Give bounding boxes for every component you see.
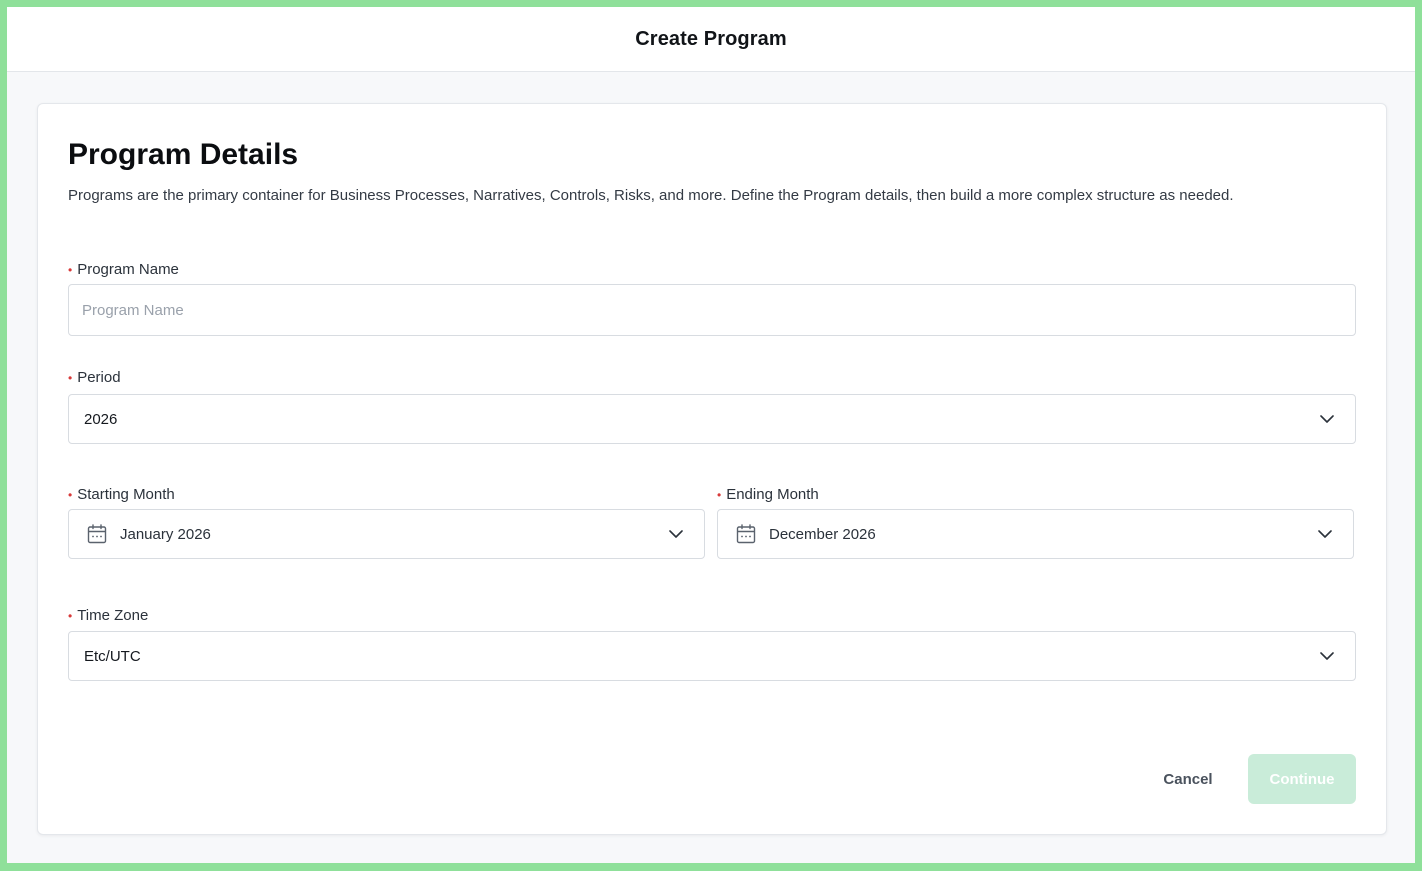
time-zone-value: Etc/UTC [84, 647, 141, 665]
starting-month-select[interactable]: January 2026 [68, 509, 705, 559]
starting-month-label-text: Starting Month [77, 486, 175, 503]
program-name-label-text: Program Name [77, 261, 179, 278]
time-zone-label: • Time Zone [68, 607, 148, 624]
app-window: Create Program Program Details Programs … [7, 7, 1415, 863]
calendar-icon [86, 523, 108, 545]
program-name-label: • Program Name [68, 261, 179, 278]
time-zone-label-text: Time Zone [77, 607, 149, 624]
period-value: 2026 [84, 410, 118, 428]
page-title: Create Program [635, 27, 787, 50]
ending-month-select[interactable]: December 2026 [717, 509, 1354, 559]
ending-month-value: December 2026 [769, 525, 876, 543]
chevron-down-icon [1317, 526, 1333, 542]
ending-month-label-text: Ending Month [726, 486, 819, 503]
program-details-card: Program Details Programs are the primary… [37, 103, 1387, 835]
calendar-icon [735, 523, 757, 545]
starting-month-value: January 2026 [120, 525, 211, 543]
section-title: Program Details [68, 138, 299, 171]
section-description: Programs are the primary container for B… [68, 187, 1234, 204]
program-name-input[interactable] [69, 285, 1355, 335]
period-label: • Period [68, 369, 121, 386]
required-marker: • [68, 608, 73, 623]
required-marker: • [717, 487, 722, 502]
period-select[interactable]: 2026 [68, 394, 1356, 444]
chevron-down-icon [1319, 648, 1335, 664]
time-zone-select[interactable]: Etc/UTC [68, 631, 1356, 681]
chevron-down-icon [668, 526, 684, 542]
starting-month-label: • Starting Month [68, 486, 175, 503]
top-bar: Create Program [7, 7, 1415, 72]
continue-button[interactable]: Continue [1248, 754, 1356, 804]
program-name-field [68, 284, 1356, 336]
required-marker: • [68, 262, 73, 277]
chevron-down-icon [1319, 411, 1335, 427]
required-marker: • [68, 487, 73, 502]
required-marker: • [68, 370, 73, 385]
ending-month-label: • Ending Month [717, 486, 819, 503]
period-label-text: Period [77, 369, 121, 386]
cancel-button[interactable]: Cancel [1148, 754, 1228, 804]
